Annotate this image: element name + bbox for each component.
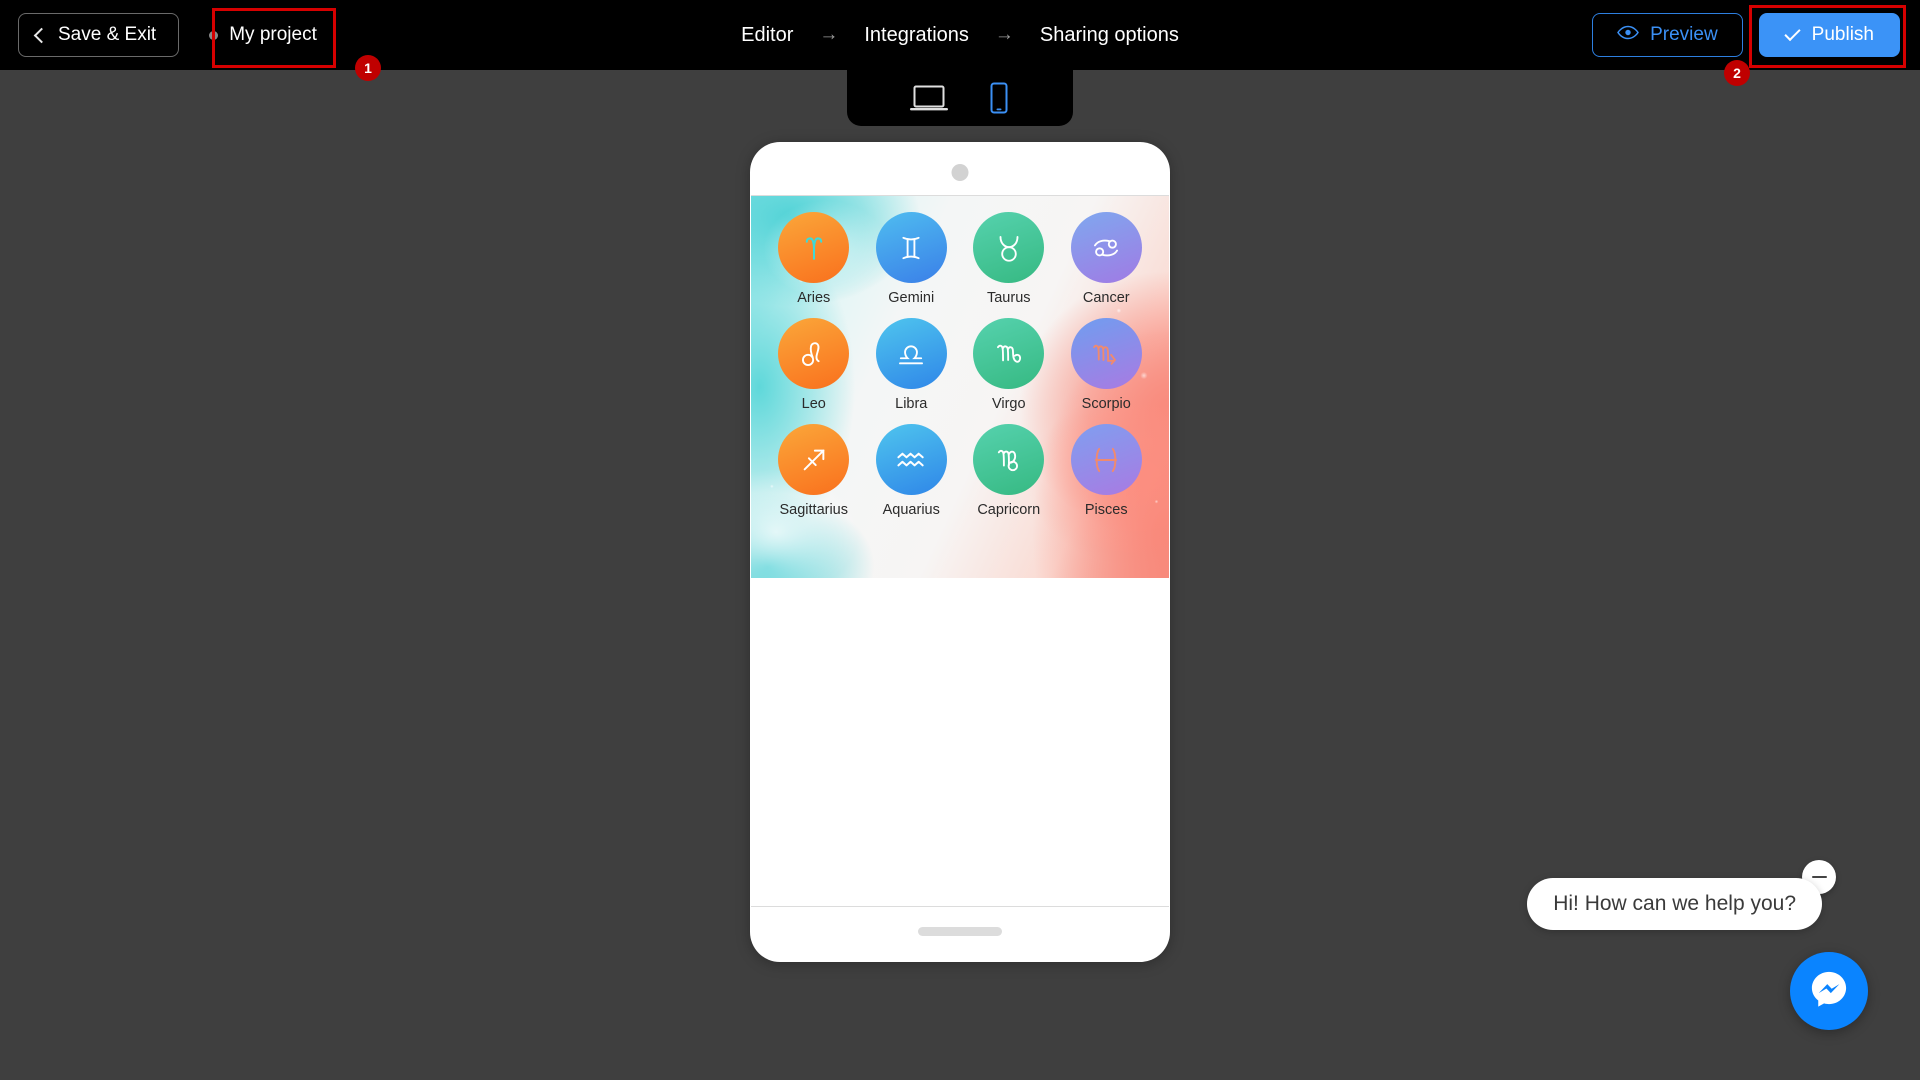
zodiac-item-capricorn[interactable]: Capricorn xyxy=(960,424,1058,518)
phone-home-indicator xyxy=(918,927,1002,936)
zodiac-item-gemini[interactable]: Gemini xyxy=(863,212,961,306)
check-icon xyxy=(1784,24,1801,42)
aquarius-icon xyxy=(893,442,929,478)
preview-button[interactable]: Preview xyxy=(1592,13,1743,57)
phone-camera-icon xyxy=(951,164,969,181)
zodiac-label-leo: Leo xyxy=(801,396,826,412)
breadcrumb: Editor → Integrations → Sharing options xyxy=(741,24,1179,47)
zodiac-circle-scorpio xyxy=(1070,318,1142,389)
zodiac-banner: Aries Gemini Taurus Cancer Leo Libra Vir… xyxy=(751,196,1169,578)
zodiac-item-scorpio[interactable]: Scorpio xyxy=(1058,318,1156,412)
breadcrumb-item-sharing-options[interactable]: Sharing options xyxy=(1040,24,1179,47)
libra-icon xyxy=(894,337,928,371)
zodiac-item-sagittarius[interactable]: Sagittarius xyxy=(765,424,863,518)
sagittarius-icon xyxy=(797,443,831,477)
zodiac-label-scorpio: Scorpio xyxy=(1081,396,1131,412)
annotation-badge-1: 1 xyxy=(355,55,381,81)
status-dot-icon xyxy=(209,30,219,40)
minus-icon xyxy=(1811,875,1827,879)
zodiac-label-virgo: Virgo xyxy=(991,396,1026,412)
zodiac-circle-aquarius xyxy=(875,424,947,495)
phone-screen: Aries Gemini Taurus Cancer Leo Libra Vir… xyxy=(751,195,1169,907)
save-and-exit-button[interactable]: Save & Exit xyxy=(18,13,180,57)
publish-label: Publish xyxy=(1811,24,1874,45)
pisces-icon xyxy=(1089,443,1123,477)
zodiac-circle-aries xyxy=(778,212,850,283)
preview-label: Preview xyxy=(1650,24,1718,45)
zodiac-circle-taurus xyxy=(973,212,1045,283)
zodiac-circle-leo xyxy=(778,318,850,389)
project-name-button[interactable]: My project xyxy=(189,13,337,57)
zodiac-item-aries[interactable]: Aries xyxy=(765,212,863,306)
messenger-launcher-button[interactable] xyxy=(1790,952,1868,1030)
zodiac-item-virgo[interactable]: Virgo xyxy=(960,318,1058,412)
zodiac-circle-sagittarius xyxy=(778,424,850,495)
zodiac-circle-capricorn xyxy=(973,424,1045,495)
save-and-exit-label: Save & Exit xyxy=(58,24,157,45)
zodiac-item-leo[interactable]: Leo xyxy=(765,318,863,412)
chevron-left-icon xyxy=(33,27,50,44)
device-toggle-desktop[interactable] xyxy=(909,83,949,113)
zodiac-grid: Aries Gemini Taurus Cancer Leo Libra Vir… xyxy=(751,196,1169,532)
zodiac-circle-libra xyxy=(875,318,947,389)
zodiac-label-gemini: Gemini xyxy=(888,290,935,306)
zodiac-label-libra: Libra xyxy=(895,396,928,412)
toolbar-right-group: Preview Publish xyxy=(1592,13,1900,57)
zodiac-label-aquarius: Aquarius xyxy=(882,502,940,518)
annotation-badge-2: 2 xyxy=(1724,60,1750,86)
zodiac-label-capricorn: Capricorn xyxy=(977,502,1041,518)
zodiac-item-taurus[interactable]: Taurus xyxy=(960,212,1058,306)
zodiac-circle-pisces xyxy=(1070,424,1142,495)
zodiac-label-aries: Aries xyxy=(797,290,831,306)
zodiac-label-taurus: Taurus xyxy=(986,290,1031,306)
top-toolbar: Save & Exit My project Editor → Integrat… xyxy=(0,0,1920,70)
zodiac-item-libra[interactable]: Libra xyxy=(863,318,961,412)
editor-canvas: Aries Gemini Taurus Cancer Leo Libra Vir… xyxy=(0,70,1920,1080)
zodiac-label-sagittarius: Sagittarius xyxy=(779,502,848,518)
zodiac-label-pisces: Pisces xyxy=(1084,502,1128,518)
zodiac-item-aquarius[interactable]: Aquarius xyxy=(863,424,961,518)
aries-icon xyxy=(796,230,832,266)
arrow-right-icon: → xyxy=(819,24,839,45)
project-name-label: My project xyxy=(229,24,317,45)
device-view-toggle xyxy=(847,70,1073,126)
zodiac-circle-gemini xyxy=(875,212,947,283)
zodiac-label-cancer: Cancer xyxy=(1082,290,1130,306)
project-button-wrapper: My project xyxy=(189,13,337,57)
capricorn-icon xyxy=(992,443,1026,477)
toolbar-left-group: Save & Exit My project xyxy=(18,13,337,57)
chat-greeting-bubble[interactable]: Hi! How can we help you? xyxy=(1527,878,1822,930)
scorpio-icon xyxy=(1089,337,1123,371)
phone-mockup: Aries Gemini Taurus Cancer Leo Libra Vir… xyxy=(750,142,1170,962)
zodiac-circle-cancer xyxy=(1070,212,1142,283)
eye-icon xyxy=(1617,24,1639,46)
arrow-right-icon: → xyxy=(994,24,1014,45)
publish-button[interactable]: Publish xyxy=(1758,13,1900,57)
zodiac-circle-virgo xyxy=(973,318,1045,389)
gemini-icon xyxy=(894,231,928,265)
leo-icon xyxy=(797,337,831,371)
zodiac-item-pisces[interactable]: Pisces xyxy=(1058,424,1156,518)
breadcrumb-item-editor[interactable]: Editor xyxy=(741,24,793,47)
taurus-icon xyxy=(992,231,1026,265)
cancer-icon xyxy=(1089,231,1123,265)
messenger-icon xyxy=(1807,967,1851,1016)
breadcrumb-item-integrations[interactable]: Integrations xyxy=(864,24,969,47)
virgo-icon xyxy=(992,337,1026,371)
device-toggle-mobile[interactable] xyxy=(987,81,1011,115)
zodiac-item-cancer[interactable]: Cancer xyxy=(1058,212,1156,306)
